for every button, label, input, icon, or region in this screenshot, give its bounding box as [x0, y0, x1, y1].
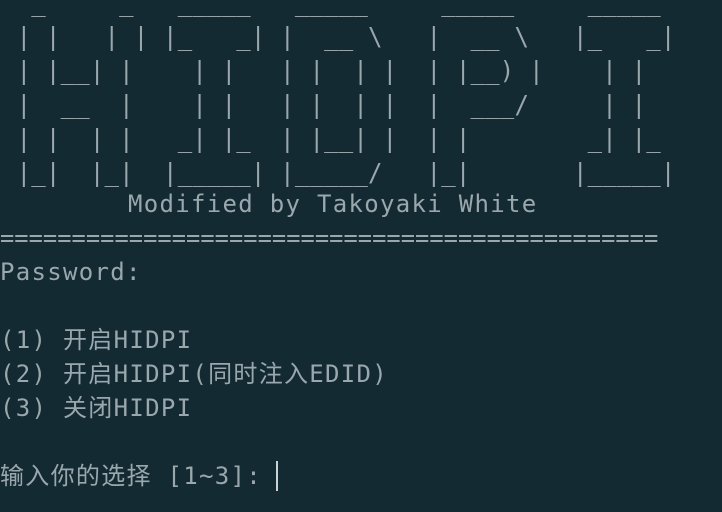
menu-option-enable-hidpi: (1) 开启HIDPI [0, 326, 193, 354]
menu-option-enable-hidpi-edid: (2) 开启HIDPI(同时注入EDID) [0, 360, 389, 388]
credit-line: Modified by Takoyaki White [128, 190, 538, 218]
menu-option-disable-hidpi: (3) 关闭HIDPI [0, 394, 193, 422]
hidpi-ascii-banner: _ _ _____ _____ _____ _____ | | | | |_ _… [16, 0, 676, 187]
terminal-window[interactable]: _ _ _____ _____ _____ _____ | | | | |_ _… [0, 0, 722, 512]
choice-input-line[interactable]: 输入你的选择 [1~3]: [0, 459, 279, 493]
text-cursor [276, 461, 279, 491]
choice-prompt-label: 输入你的选择 [1~3]: [0, 462, 263, 490]
password-prompt: Password: [0, 258, 142, 286]
separator-line: ========================================… [0, 224, 659, 252]
